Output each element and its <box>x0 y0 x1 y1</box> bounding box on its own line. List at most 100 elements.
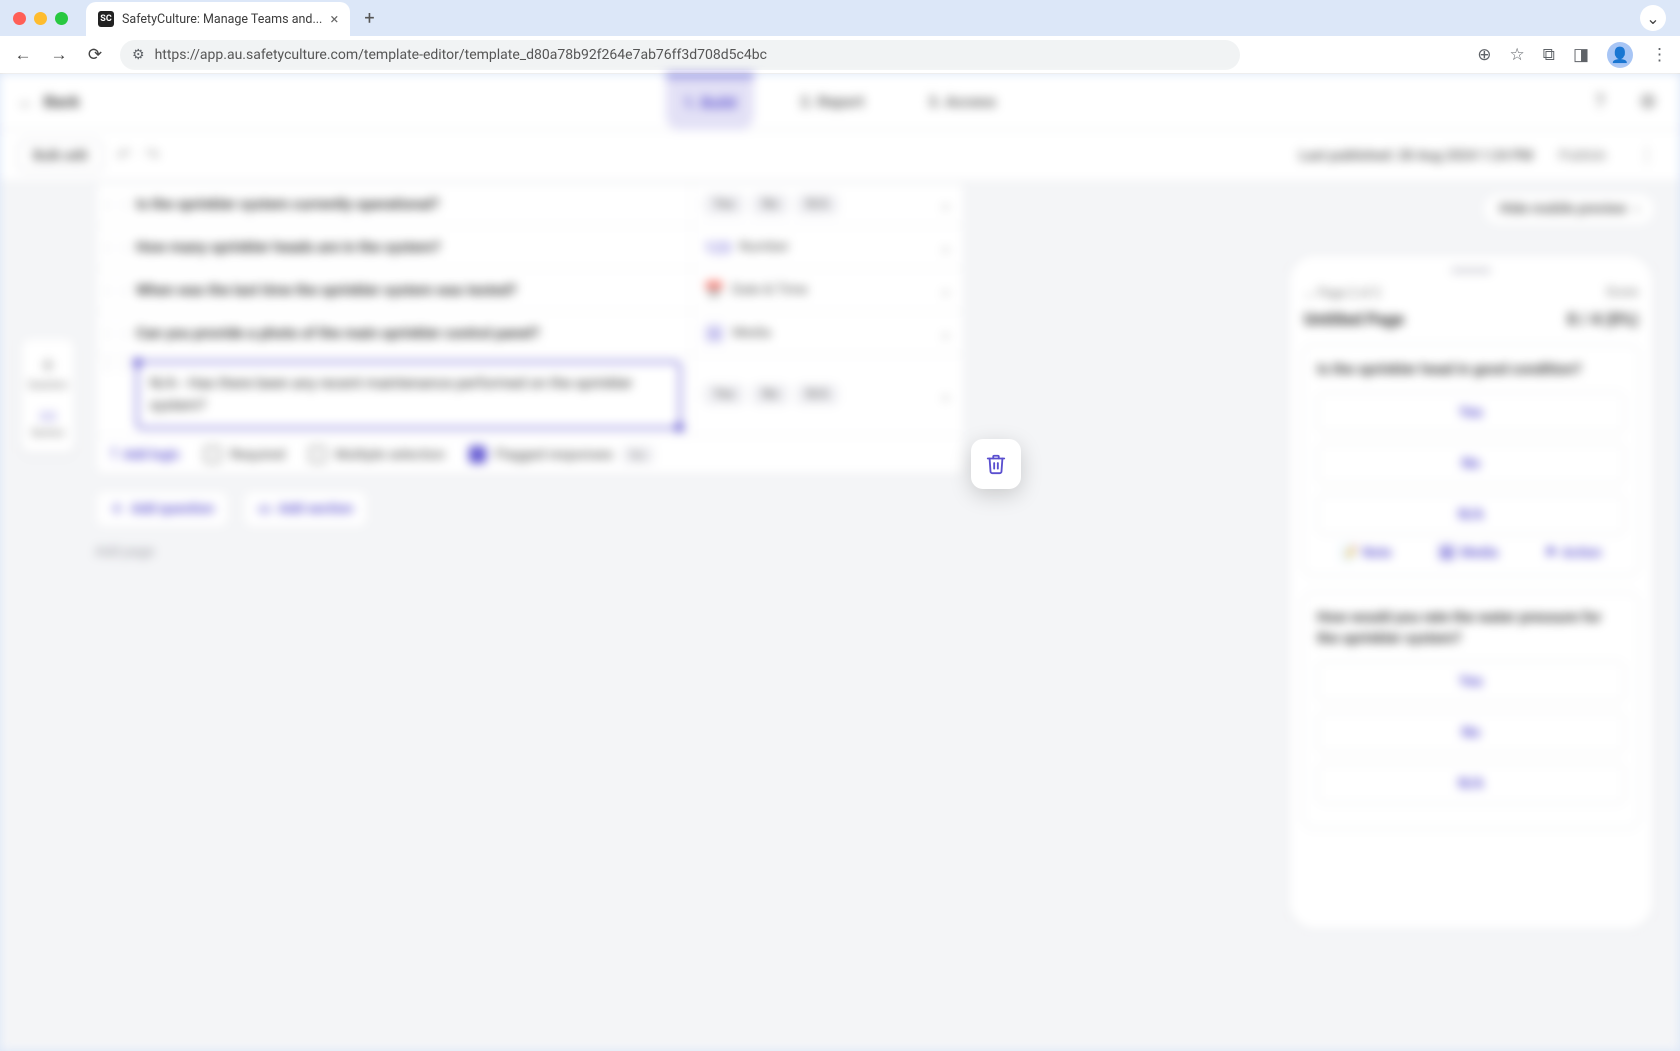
checkbox-icon[interactable] <box>204 446 221 463</box>
required-label: Required <box>230 447 285 463</box>
flagged-chip: No <box>622 446 653 464</box>
tab-report[interactable]: 2. Report <box>782 74 882 130</box>
response-cell[interactable]: Yes No N/A ⌄ <box>691 183 964 225</box>
response-cell[interactable]: Yes No N/A ⌄ <box>691 355 964 435</box>
question-row[interactable]: ⋮⋮ How many sprinkler heads are in the s… <box>96 226 964 269</box>
preview-note-button[interactable]: 📝Note <box>1341 545 1392 561</box>
undo-icon[interactable]: ↶ <box>117 146 131 166</box>
gear-icon[interactable]: ⚙ <box>1634 88 1662 116</box>
response-type-label: Media <box>732 325 771 341</box>
url-input[interactable]: ⚙ https://app.au.safetyculture.com/templ… <box>120 40 1240 70</box>
question-row[interactable]: ⋮⋮ Can you provide a photo of the main s… <box>96 312 964 355</box>
bulk-edit-button[interactable]: Bulk edit <box>18 140 103 172</box>
drag-handle-icon[interactable]: ⋮⋮ <box>96 195 136 214</box>
menu-icon[interactable]: ⋮ <box>1651 45 1668 65</box>
preview-answer-button[interactable]: N/A <box>1317 494 1625 535</box>
arrow-left-icon: ← <box>18 92 34 112</box>
required-toggle[interactable]: Required <box>204 446 285 463</box>
palette-question-label: Question <box>28 380 68 391</box>
question-row[interactable]: ⋮⋮ When was the last time the sprinkler … <box>96 269 964 312</box>
preview-score: 0 / 4 (0%) <box>1567 311 1638 330</box>
chevron-right-icon: › <box>1635 201 1639 217</box>
multiple-selection-toggle[interactable]: Multiple selection <box>309 446 445 463</box>
question-text[interactable]: Can you provide a photo of the main spri… <box>136 314 691 352</box>
question-text[interactable]: Is the sprinkler system currently operat… <box>136 185 691 223</box>
close-window-icon[interactable] <box>13 12 26 25</box>
selection-handle-icon[interactable] <box>675 423 684 432</box>
palette-add-section[interactable]: ▭ Section <box>31 401 64 443</box>
preview-answer-button[interactable]: No <box>1317 443 1625 484</box>
close-tab-icon[interactable]: × <box>330 10 338 28</box>
delete-question-highlight <box>971 439 1021 489</box>
trash-icon <box>985 453 1007 475</box>
extensions-icon[interactable]: ⧉ <box>1543 45 1555 65</box>
drag-handle-icon[interactable]: ⋮⋮ <box>96 324 136 343</box>
logic-icon: ᛘ <box>110 447 118 463</box>
drag-handle-icon[interactable]: ⋮⋮ <box>96 281 136 300</box>
minimize-window-icon[interactable] <box>34 12 47 25</box>
zoom-icon[interactable]: ⊕ <box>1477 45 1491 65</box>
palette-add-question[interactable]: ＋ Question <box>28 348 68 395</box>
add-question-button[interactable]: ＋ Add question <box>95 490 229 528</box>
publish-button[interactable]: Publish <box>1547 141 1618 171</box>
flagged-responses-toggle[interactable]: Flagged responses No <box>469 446 653 464</box>
preview-media-button[interactable]: 🖼Media <box>1438 545 1498 561</box>
flagged-label: Flagged responses <box>495 447 613 463</box>
window-controls <box>13 12 68 25</box>
chevron-down-icon[interactable]: ⌄ <box>939 324 952 342</box>
question-text-input[interactable]: N/A - Has there been any recent maintena… <box>136 361 681 429</box>
selection-handle-icon[interactable] <box>133 358 142 367</box>
bookmark-icon[interactable]: ☆ <box>1510 45 1525 65</box>
tab-favicon-icon: SC <box>98 11 114 27</box>
drag-handle-icon[interactable]: ⋮⋮ <box>96 355 136 435</box>
reload-icon[interactable]: ⟳ <box>84 45 106 65</box>
question-text[interactable]: When was the last time the sprinkler sys… <box>136 271 691 309</box>
back-label: Back <box>44 92 80 111</box>
response-type-label: Number <box>739 239 789 255</box>
help-icon[interactable]: ? <box>1586 88 1614 116</box>
chevron-down-icon[interactable]: ⌄ <box>939 238 952 256</box>
question-text[interactable]: How many sprinkler heads are in the syst… <box>136 228 691 266</box>
preview-answer-button[interactable]: Yes <box>1317 392 1625 433</box>
forward-icon[interactable]: → <box>48 45 70 65</box>
preview-action-button[interactable]: ⚑Action <box>1545 545 1601 561</box>
more-icon[interactable]: ⋮ <box>1632 145 1662 166</box>
response-cell[interactable]: 🖼 Media ⌄ <box>691 312 964 354</box>
profile-avatar-icon[interactable]: 👤 <box>1607 42 1633 68</box>
add-logic-button[interactable]: ᛘ Add logic <box>110 447 180 463</box>
response-cell[interactable]: 123 Number ⌄ <box>691 226 964 268</box>
tab-access[interactable]: 3. Access <box>910 74 1014 130</box>
chevron-down-icon[interactable]: ⌄ <box>939 195 952 213</box>
response-cell[interactable]: 📅 Date & Time ⌄ <box>691 269 964 311</box>
drag-handle-icon[interactable]: ⋮⋮ <box>96 238 136 257</box>
browser-tab[interactable]: SC SafetyCulture: Manage Teams and... × <box>86 2 350 36</box>
new-tab-button[interactable]: + <box>364 8 374 29</box>
delete-button[interactable] <box>971 439 1021 489</box>
preview-answer-button[interactable]: No <box>1317 712 1625 753</box>
maximize-window-icon[interactable] <box>55 12 68 25</box>
preview-answer-button[interactable]: Yes <box>1317 661 1625 702</box>
site-settings-icon[interactable]: ⚙ <box>132 47 145 63</box>
tab-build[interactable]: 1. Build <box>666 74 754 130</box>
checkbox-checked-icon[interactable] <box>469 446 486 463</box>
redo-icon[interactable]: ↷ <box>145 146 159 166</box>
preview-answer-button[interactable]: N/A <box>1317 763 1625 804</box>
hide-preview-label: Hide mobile preview <box>1499 201 1626 217</box>
editor-toolbar: Bulk edit ↶ ↷ Last published: 28 Aug 202… <box>0 130 1680 182</box>
number-icon: 123 <box>704 238 731 257</box>
checkbox-icon[interactable] <box>309 446 326 463</box>
app-content-blurred: ← Back 1. Build 2. Report 3. Access ? ⚙ … <box>0 74 1680 1051</box>
back-button[interactable]: ← Back <box>18 92 80 112</box>
tabs-dropdown-button[interactable]: ⌄ <box>1640 5 1666 31</box>
mobile-preview: Hide mobile preview › ⌄ Page 2 of 2 Scor… <box>1286 192 1656 932</box>
side-panel-icon[interactable]: ◨ <box>1573 45 1589 65</box>
chevron-down-icon[interactable]: ⌄ <box>939 386 952 404</box>
chevron-down-icon[interactable]: ⌄ <box>939 281 952 299</box>
media-icon: 🖼 <box>704 324 724 343</box>
add-section-button[interactable]: ▭ Add section <box>243 490 368 528</box>
question-row[interactable]: ⋮⋮ Is the sprinkler system currently ope… <box>96 183 964 226</box>
question-row-selected[interactable]: ⋮⋮ N/A - Has there been any recent maint… <box>96 355 964 436</box>
back-icon[interactable]: ← <box>12 45 34 65</box>
hide-preview-button[interactable]: Hide mobile preview › <box>1482 192 1656 226</box>
multiple-label: Multiple selection <box>335 447 445 463</box>
